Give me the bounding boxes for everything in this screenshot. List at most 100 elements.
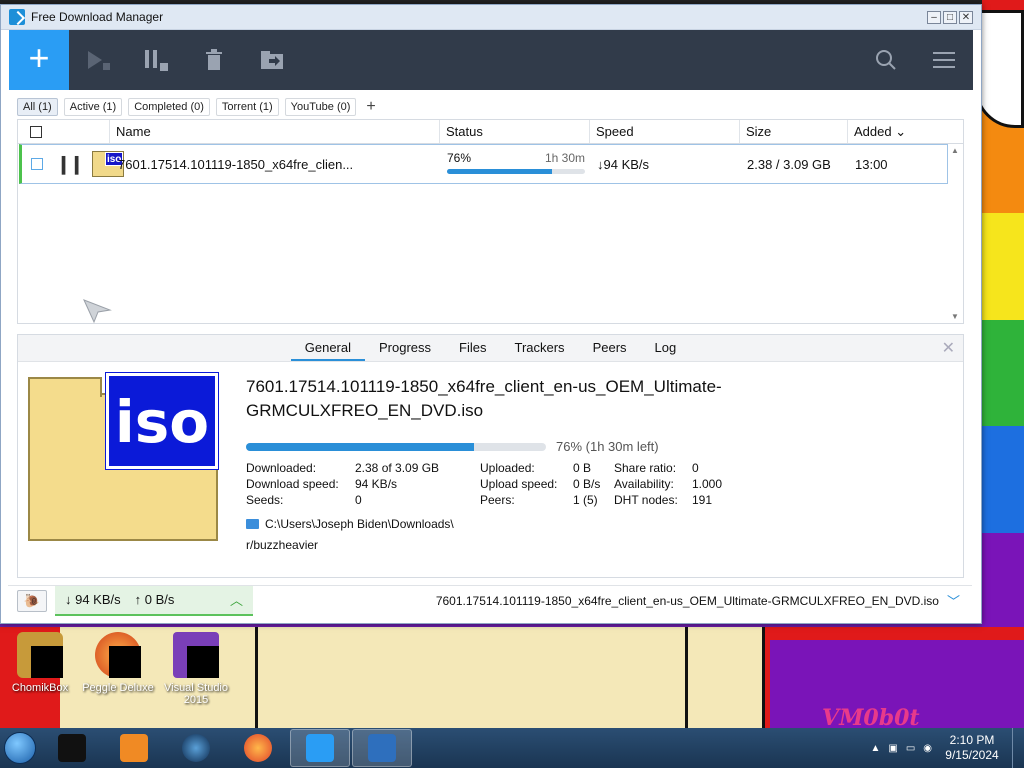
- download-speed: ↓94 KB/s: [597, 156, 650, 172]
- close-button[interactable]: ✕: [959, 10, 973, 24]
- download-added: 13:00: [855, 156, 888, 172]
- taskbar-item-terminal[interactable]: [42, 729, 102, 767]
- status-percent: 76%: [447, 151, 472, 165]
- scroll-up-icon[interactable]: ▲: [951, 146, 959, 155]
- taskbar-item-virtualbox[interactable]: [352, 729, 412, 767]
- peers-value: 1 (5): [573, 493, 598, 507]
- wallpaper-white-shape: [975, 10, 1024, 128]
- pause-icon[interactable]: ❙❙: [56, 154, 84, 175]
- taskbar-item-media-player[interactable]: [104, 729, 164, 767]
- download-speed-value: 94 KB/s: [355, 477, 398, 491]
- filter-completed[interactable]: Completed (0): [128, 98, 210, 116]
- status-time-left: 1h 30m: [544, 151, 585, 165]
- filter-torrent[interactable]: Torrent (1): [215, 98, 279, 116]
- tab-progress[interactable]: Progress: [365, 335, 445, 361]
- download-name: 7601.17514.101119-1850_x64fre_clien...: [118, 156, 354, 172]
- delete-button[interactable]: [185, 30, 243, 90]
- scroll-down-icon[interactable]: ▼: [951, 312, 959, 321]
- resume-button[interactable]: [69, 30, 127, 90]
- network-icon[interactable]: ▣: [888, 743, 897, 754]
- share-ratio-label: Share ratio:: [614, 461, 677, 475]
- play-icon: [88, 51, 110, 70]
- maximize-button[interactable]: □: [943, 10, 957, 24]
- details-file-title: 7601.17514.101119-1850_x64fre_client_en-…: [246, 377, 722, 420]
- media-player-icon: [120, 734, 148, 762]
- display-icon[interactable]: ▭: [906, 743, 915, 754]
- list-scrollbar[interactable]: ▲ ▼: [947, 144, 963, 323]
- filter-active[interactable]: Active (1): [63, 98, 123, 116]
- peers-label: Peers:: [480, 493, 515, 507]
- tab-general[interactable]: General: [290, 335, 365, 361]
- seeds-value: 0: [355, 493, 362, 507]
- select-all-cell: [18, 120, 110, 143]
- large-iso-label: iso: [105, 372, 219, 470]
- tab-files[interactable]: Files: [445, 335, 500, 361]
- uploaded-value: 0 B: [573, 461, 592, 475]
- column-size[interactable]: Size: [740, 120, 848, 143]
- snail-mode-icon[interactable]: 🐌: [17, 589, 47, 612]
- download-speed-label: Download speed:: [246, 477, 339, 491]
- firefox-icon: [244, 734, 272, 762]
- downloaded-value: 2.38 of 3.09 GB: [355, 461, 440, 475]
- main-toolbar: +: [9, 30, 973, 90]
- hamburger-icon: [933, 52, 955, 68]
- tab-peers[interactable]: Peers: [579, 335, 641, 361]
- column-status[interactable]: Status: [440, 120, 590, 143]
- taskbar-item-globe[interactable]: [166, 729, 226, 767]
- move-to-folder-button[interactable]: [243, 30, 301, 90]
- large-iso-icon: iso: [28, 372, 219, 541]
- list-header: Name Status Speed Size Added ⌄: [18, 120, 963, 144]
- column-name[interactable]: Name: [110, 120, 440, 143]
- add-download-button[interactable]: +: [9, 30, 69, 90]
- search-button[interactable]: [857, 30, 915, 90]
- save-path[interactable]: C:\Users\Joseph Biden\Downloads\: [246, 517, 454, 531]
- close-details-icon[interactable]: ✕: [942, 338, 955, 358]
- speed-summary[interactable]: ↓ 94 KB/s ↑ 0 B/s ︿: [55, 585, 253, 616]
- filter-youtube[interactable]: YouTube (0): [284, 98, 357, 116]
- tab-log[interactable]: Log: [641, 335, 691, 361]
- download-row[interactable]: ❙❙ iso 7601.17514.101119-1850_x64fre_cli…: [19, 144, 948, 184]
- details-progress-text: 76% (1h 30m left): [556, 439, 659, 454]
- visual-studio-icon: [173, 632, 219, 678]
- taskbar-item-firefox[interactable]: [228, 729, 288, 767]
- trash-icon: [206, 49, 222, 70]
- desktop-icon-label: Visual Studio 2015: [163, 682, 228, 706]
- status-filename: 7601.17514.101119-1850_x64fre_client_en-…: [435, 593, 939, 608]
- start-button[interactable]: [0, 728, 40, 768]
- minimize-button[interactable]: –: [927, 10, 941, 24]
- status-bar: 🐌 ↓ 94 KB/s ↑ 0 B/s ︿ 7601.17514.101119-…: [8, 585, 972, 616]
- show-desktop-button[interactable]: [1012, 728, 1024, 768]
- seeds-label: Seeds:: [246, 493, 284, 507]
- tray-expand-icon[interactable]: ▲: [870, 743, 880, 754]
- uploaded-label: Uploaded:: [480, 461, 535, 475]
- details-progress: 76% (1h 30m left): [246, 439, 659, 454]
- column-added[interactable]: Added ⌄: [848, 120, 948, 143]
- tab-trackers[interactable]: Trackers: [500, 335, 578, 361]
- chevron-down-icon[interactable]: ﹀: [947, 591, 960, 610]
- column-speed[interactable]: Speed: [590, 120, 740, 143]
- desktop-icon-visual-studio[interactable]: Visual Studio 2015: [156, 632, 236, 706]
- filter-all[interactable]: All (1): [17, 98, 58, 116]
- clock[interactable]: 2:10 PM 9/15/2024: [936, 733, 1008, 763]
- menu-button[interactable]: [915, 30, 973, 90]
- desktop-icon-chomikbox[interactable]: ChomikBox: [0, 632, 80, 694]
- details-progress-bar: [246, 442, 546, 451]
- pause-all-button[interactable]: [127, 30, 185, 90]
- title-bar[interactable]: Free Download Manager – □ ✕: [1, 5, 981, 30]
- total-download-speed: ↓ 94 KB/s: [65, 592, 121, 607]
- download-size: 2.38 / 3.09 GB: [747, 156, 831, 172]
- desktop-icon-label: Peggle Deluxe: [82, 682, 154, 694]
- row-checkbox[interactable]: [31, 158, 43, 170]
- status-cell: 76% 1h 30m: [447, 151, 585, 174]
- volume-icon[interactable]: ◉: [923, 743, 932, 754]
- chevron-up-icon[interactable]: ︿: [230, 590, 243, 609]
- details-panel: General Progress Files Trackers Peers Lo…: [17, 334, 964, 578]
- availability-label: Availability:: [614, 477, 674, 491]
- add-filter-button[interactable]: +: [362, 98, 379, 116]
- select-all-checkbox[interactable]: [30, 125, 42, 138]
- taskbar-item-fdm[interactable]: [290, 729, 350, 767]
- share-ratio-value: 0: [692, 461, 699, 475]
- search-icon: [876, 50, 896, 70]
- window-title: Free Download Manager: [31, 10, 164, 24]
- desktop-icon-peggle[interactable]: Peggle Deluxe: [78, 632, 158, 694]
